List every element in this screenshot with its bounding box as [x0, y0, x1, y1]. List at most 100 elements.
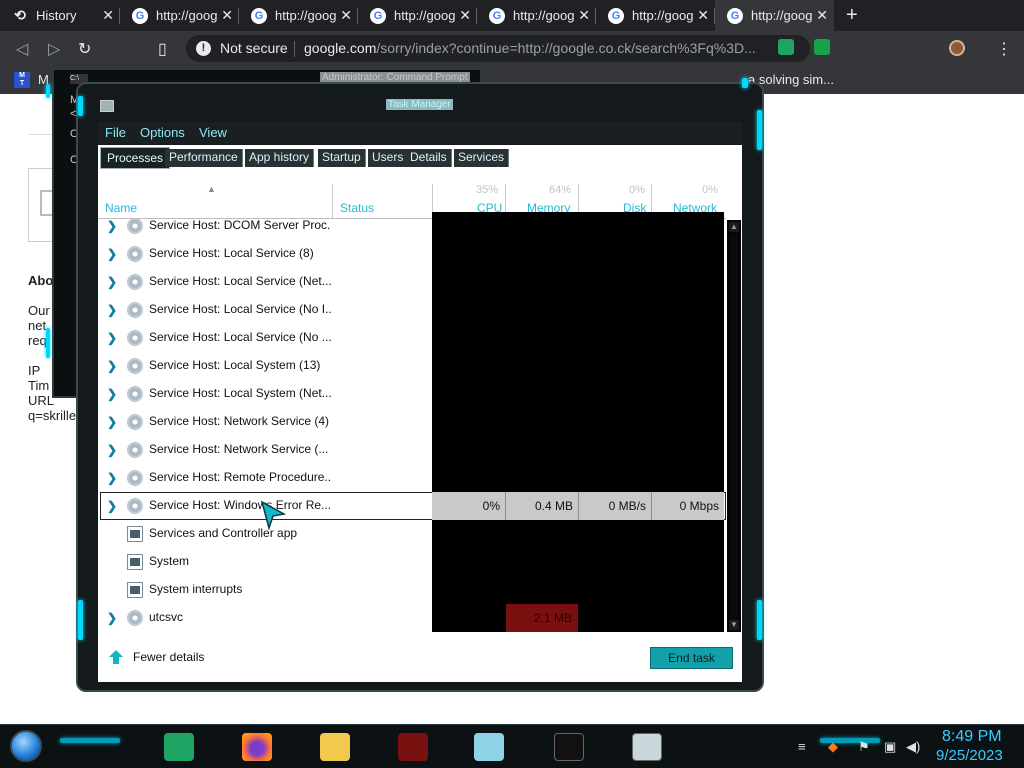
start-button[interactable]	[10, 730, 42, 762]
tray-app-icon[interactable]: ◆	[828, 739, 838, 755]
menu-view[interactable]: View	[199, 125, 227, 140]
tray-volume-icon[interactable]: ◀)	[906, 739, 920, 755]
extension-sheets-icon[interactable]	[778, 39, 794, 55]
tray-flag-icon[interactable]: ⚑	[858, 739, 870, 755]
scrollbar-thumb[interactable]	[730, 234, 738, 620]
process-name: Service Host: Local System (Net...	[149, 386, 331, 400]
taskbar	[0, 724, 1024, 768]
tab-app-history[interactable]: App history	[245, 149, 315, 167]
process-row[interactable]: ❯ Service Host: Windows Error Re... 0% 0.4 …	[100, 492, 726, 520]
tab-title[interactable]: http://goog	[513, 8, 575, 23]
close-tab-icon[interactable]: ✕	[340, 7, 352, 24]
browser-tab[interactable]: Ghttp://goog ✕	[715, 0, 834, 31]
taskbar-explorer-icon[interactable]	[320, 733, 350, 761]
expand-chevron-icon[interactable]: ❯	[107, 275, 117, 289]
bookmark-favicon-icon[interactable]: MT	[14, 72, 30, 88]
browser-tab[interactable]: ⟲ History ✕	[0, 0, 120, 31]
process-row[interactable]: ❯ Service Host: Local Service (Net...	[100, 268, 726, 296]
process-row[interactable]: ❯ Service Host: Local Service (No I...	[100, 296, 726, 324]
process-row[interactable]: ❯ Service Host: Network Service (...	[100, 436, 726, 464]
tab-users[interactable]: Users	[368, 149, 409, 167]
process-row[interactable]: ❯ utcsvc 2.1 MB	[100, 604, 726, 632]
expand-chevron-icon[interactable]: ❯	[107, 443, 117, 457]
menu-file[interactable]: File	[105, 125, 126, 140]
close-tab-icon[interactable]: ✕	[459, 7, 471, 24]
tab-details[interactable]: Details	[406, 149, 452, 167]
clock-date[interactable]: 9/25/2023	[936, 747, 1003, 764]
process-row[interactable]: Services and Controller app	[100, 520, 726, 548]
sort-arrow-icon[interactable]: ▲	[207, 184, 216, 194]
clock-time[interactable]: 8:49 PM	[942, 728, 1002, 746]
expand-chevron-icon[interactable]: ❯	[107, 499, 117, 513]
close-tab-icon[interactable]: ✕	[102, 7, 114, 24]
process-row[interactable]: System interrupts	[100, 576, 726, 604]
tab-title[interactable]: http://goog	[394, 8, 456, 23]
bookmark-star-icon[interactable]: ▯	[158, 39, 167, 59]
tab-title[interactable]: http://goog	[632, 8, 694, 23]
end-task-button[interactable]: End task	[650, 647, 733, 669]
expand-chevron-icon[interactable]: ❯	[107, 387, 117, 401]
taskbar-app-notes-icon[interactable]	[474, 733, 504, 761]
browser-tab[interactable]: Ghttp://goog ✕	[477, 0, 596, 31]
captcha-checkbox[interactable]	[40, 190, 52, 216]
close-tab-icon[interactable]: ✕	[221, 7, 233, 24]
menu-options[interactable]: Options	[140, 125, 185, 140]
process-name: Service Host: Network Service (...	[149, 442, 329, 456]
reload-icon[interactable]: ↻	[78, 39, 91, 59]
scroll-down-icon[interactable]: ▼	[729, 620, 739, 630]
profile-avatar[interactable]	[949, 40, 965, 56]
process-row[interactable]: ❯ Service Host: Local Service (8)	[100, 240, 726, 268]
tab-performance[interactable]: Performance	[165, 149, 243, 167]
process-row[interactable]: ❯ Service Host: Local Service (No ...	[100, 324, 726, 352]
taskbar-firefox-icon[interactable]	[242, 733, 272, 761]
tab-title[interactable]: http://goog	[156, 8, 218, 23]
process-row[interactable]: ❯ Service Host: Local System (Net...	[100, 380, 726, 408]
close-tab-icon[interactable]: ✕	[816, 7, 828, 24]
tab-startup[interactable]: Startup	[318, 149, 366, 167]
tab-title[interactable]: History	[36, 8, 98, 23]
process-row[interactable]: ❯ Service Host: Remote Procedure...	[100, 464, 726, 492]
tray-overflow-icon[interactable]: ≡	[798, 739, 806, 754]
frame-accent	[757, 110, 762, 150]
tray-network-icon[interactable]: ▣	[884, 739, 896, 755]
process-row[interactable]: ❯ Service Host: Local System (13)	[100, 352, 726, 380]
new-tab-button[interactable]: +	[846, 4, 858, 27]
extension-shield-icon[interactable]	[814, 39, 830, 55]
page-text-line: Our	[28, 303, 50, 318]
url-text[interactable]: google.com/sorry/index?continue=http://g…	[304, 40, 774, 56]
scroll-up-icon[interactable]: ▲	[729, 222, 739, 232]
tab-title[interactable]: http://goog	[751, 8, 813, 23]
process-row[interactable]: System	[100, 548, 726, 576]
expand-chevron-icon[interactable]: ❯	[107, 359, 117, 373]
back-button[interactable]: ◁	[16, 39, 28, 59]
taskbar-app-red-icon[interactable]	[398, 733, 428, 761]
google-favicon-icon: G	[251, 7, 267, 24]
warning-icon[interactable]: !	[196, 41, 211, 56]
expand-chevron-icon[interactable]: ❯	[107, 331, 117, 345]
taskbar-app-sheets-icon[interactable]	[164, 733, 194, 761]
tab-title[interactable]: http://goog	[275, 8, 337, 23]
process-list-scrollbar[interactable]: ▲ ▼	[727, 220, 741, 632]
forward-button[interactable]: ▷	[48, 39, 60, 59]
expand-chevron-icon[interactable]: ❯	[107, 247, 117, 261]
browser-tab[interactable]: Ghttp://goog ✕	[358, 0, 477, 31]
browser-tab[interactable]: Ghttp://goog ✕	[120, 0, 239, 31]
expand-chevron-icon[interactable]: ❯	[107, 611, 117, 625]
address-bar[interactable]: ! Not secure google.com/sorry/index?cont…	[186, 35, 810, 62]
tab-processes[interactable]: Processes	[100, 147, 171, 169]
close-tab-icon[interactable]: ✕	[697, 7, 709, 24]
browser-tab[interactable]: Ghttp://goog ✕	[596, 0, 715, 31]
expand-chevron-icon[interactable]: ❯	[107, 471, 117, 485]
browser-menu-icon[interactable]: ⋮	[996, 39, 1012, 59]
expand-chevron-icon[interactable]: ❯	[107, 303, 117, 317]
taskbar-taskmanager-icon[interactable]	[632, 733, 662, 761]
process-row[interactable]: ❯ Service Host: Network Service (4)	[100, 408, 726, 436]
browser-tab[interactable]: Ghttp://goog ✕	[239, 0, 358, 31]
security-label[interactable]: Not secure	[220, 40, 288, 56]
expand-chevron-icon[interactable]: ❯	[107, 415, 117, 429]
close-tab-icon[interactable]: ✕	[578, 7, 590, 24]
expand-chevron-icon[interactable]: ❯	[107, 219, 117, 233]
taskbar-cmd-icon[interactable]	[554, 733, 584, 761]
tab-services[interactable]: Services	[454, 149, 510, 167]
process-row[interactable]: ❯ Service Host: DCOM Server Proc...	[100, 212, 726, 240]
